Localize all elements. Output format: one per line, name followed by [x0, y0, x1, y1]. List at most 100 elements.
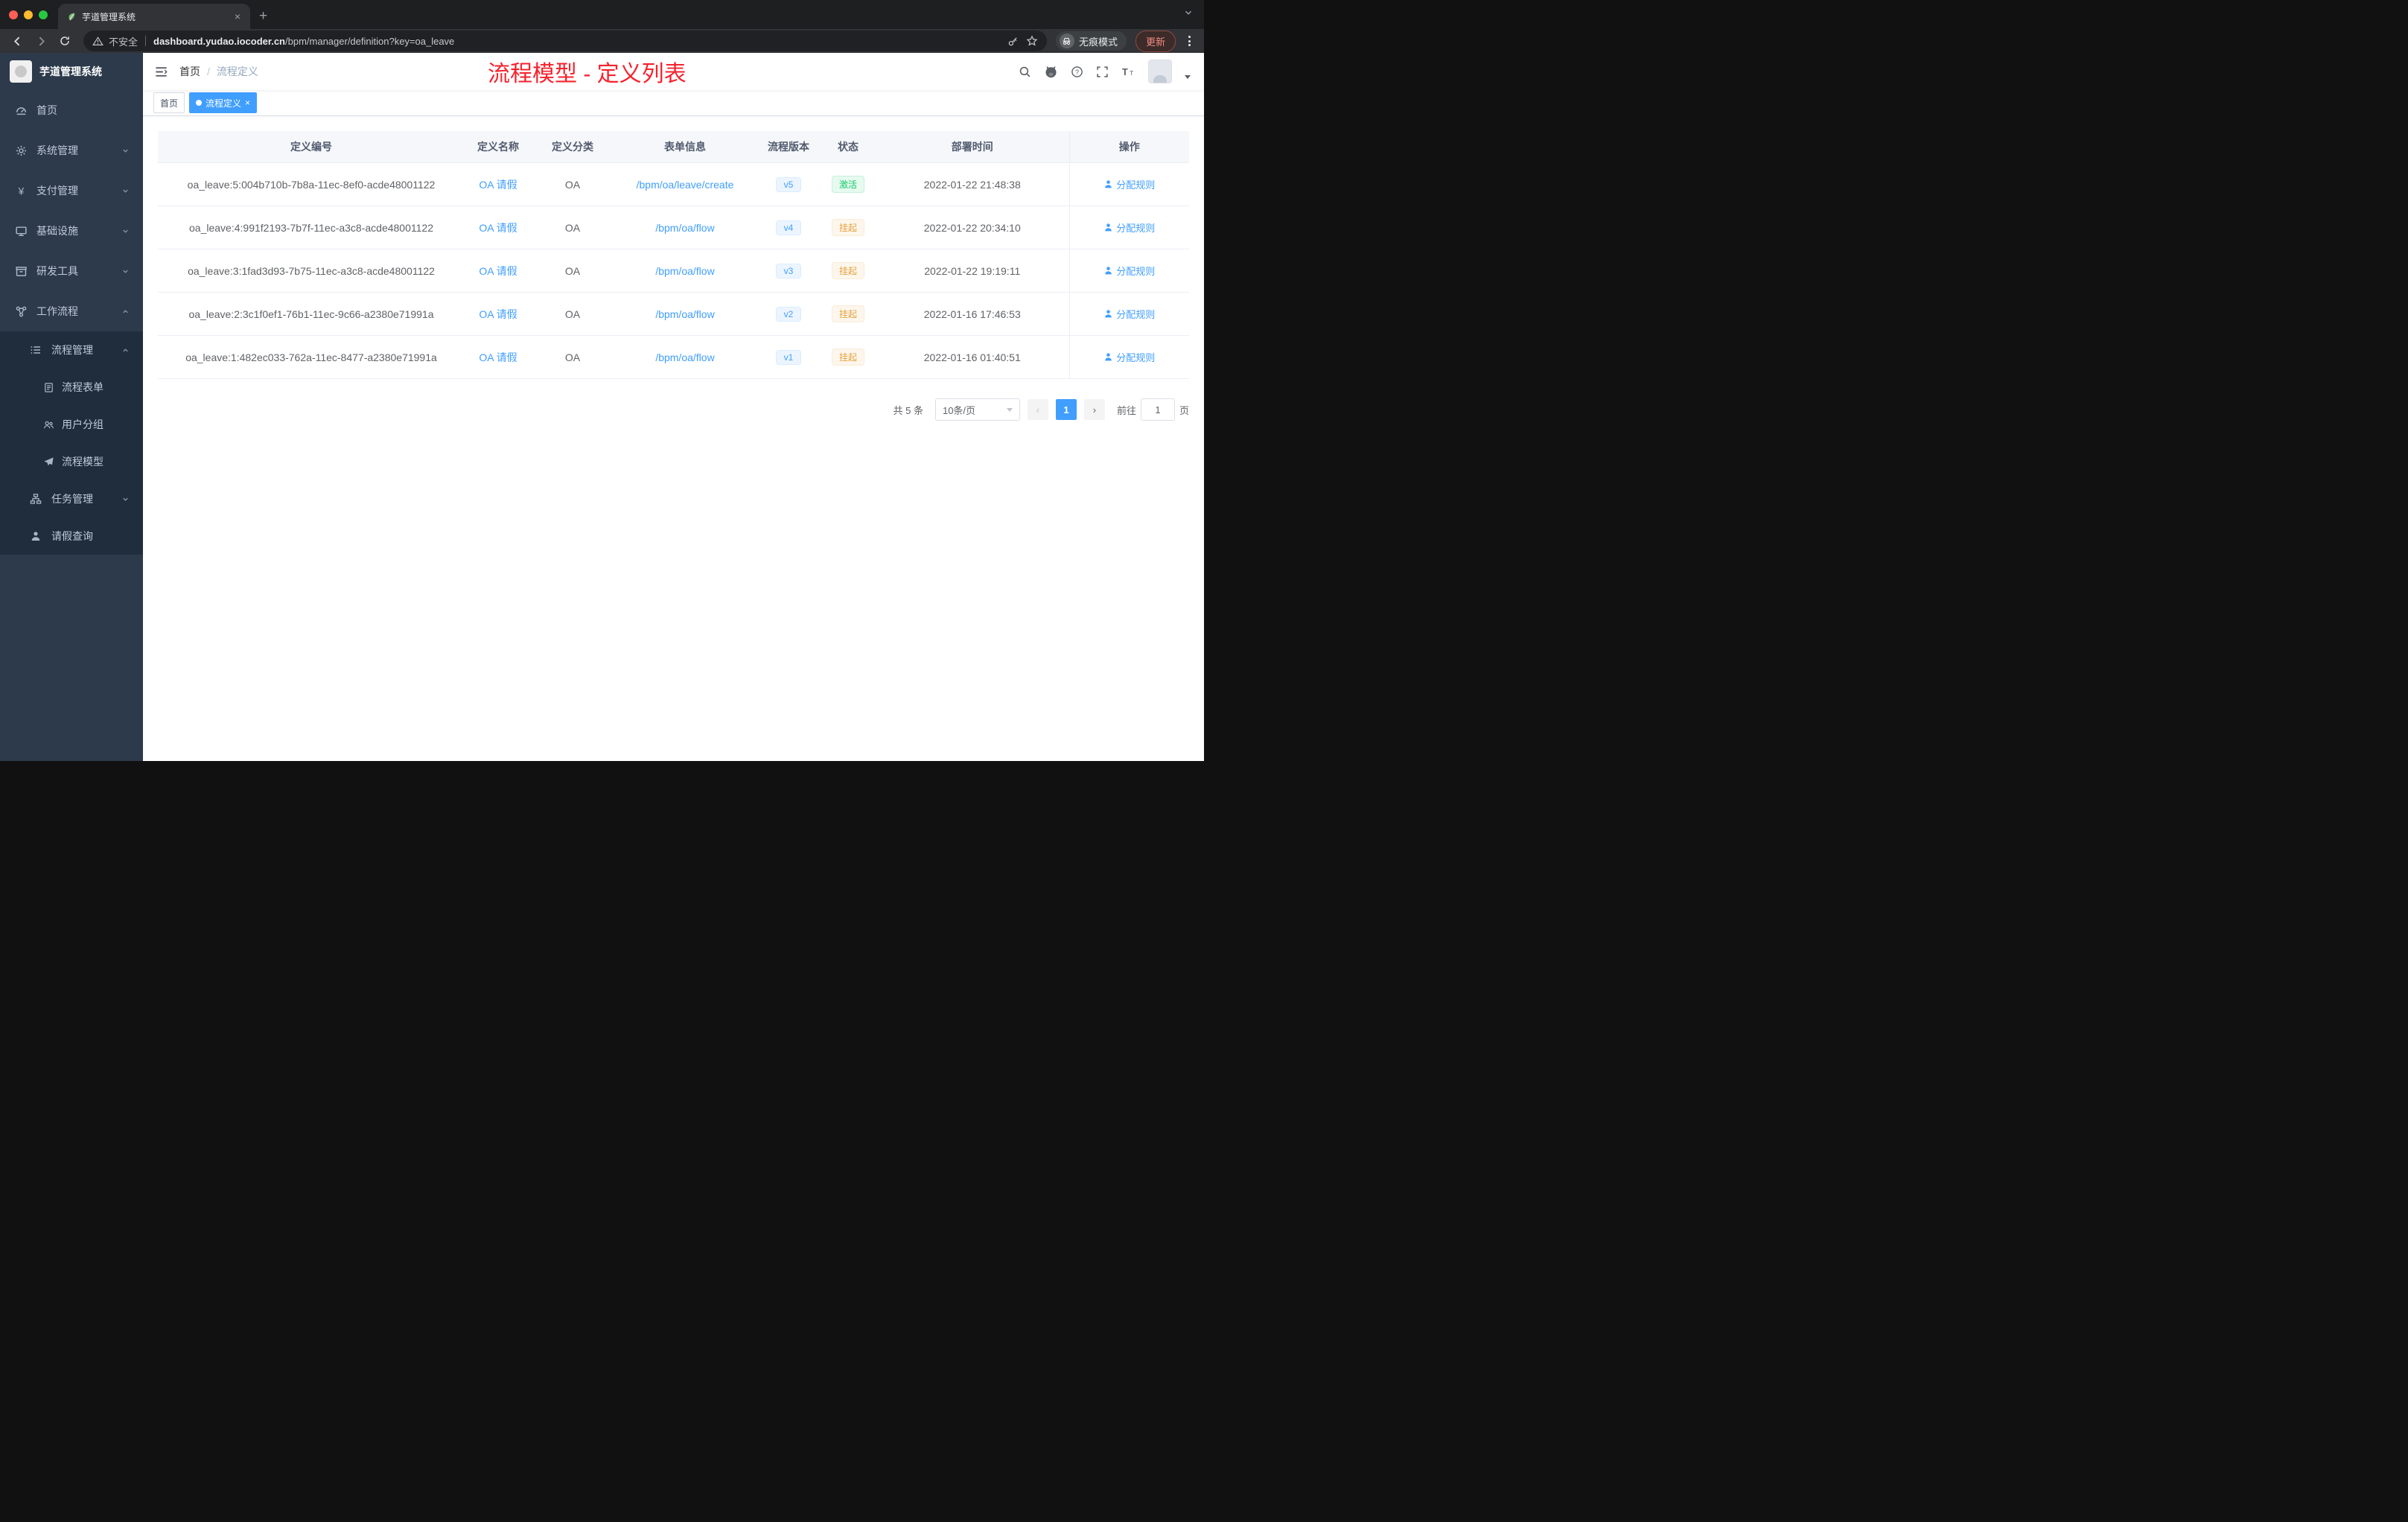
definition-id: oa_leave:1:482ec033-762a-11ec-8477-a2380… [158, 335, 465, 379]
definition-name-link[interactable]: OA 请假 [479, 265, 517, 277]
sidebar-item-label: 研发工具 [36, 265, 78, 277]
window-zoom-button[interactable] [39, 10, 48, 19]
search-icon[interactable] [1019, 66, 1031, 78]
breadcrumb-home[interactable]: 首页 [179, 64, 200, 79]
form-link[interactable]: /bpm/oa/flow [655, 308, 714, 320]
security-warning-icon[interactable] [92, 36, 103, 47]
deploy-time: 2022-01-16 17:46:53 [876, 292, 1069, 336]
chevron-down-icon [121, 147, 130, 155]
main: 首页 / 流程定义 流程模型 - 定义列表 ? T T 首页 流程定义 × 定义… [143, 53, 1204, 761]
definition-category: OA [532, 292, 614, 336]
avatar-caret-icon[interactable] [1185, 74, 1191, 79]
font-size-icon[interactable]: TT [1121, 66, 1135, 78]
definition-name-link[interactable]: OA 请假 [479, 179, 517, 191]
sidebar-item-process-model[interactable]: 流程模型 [0, 443, 143, 480]
tab-search-chevron-icon[interactable] [1183, 7, 1194, 18]
sidebar-item-task-mgmt[interactable]: 任务管理 [0, 480, 143, 518]
definition-name-link[interactable]: OA 请假 [479, 222, 517, 234]
form-link[interactable]: /bpm/oa/flow [655, 265, 714, 277]
reload-button[interactable] [55, 31, 74, 51]
form-link[interactable]: /bpm/oa/flow [655, 222, 714, 234]
avatar[interactable] [1148, 60, 1172, 83]
yen-icon: ¥ [15, 185, 28, 197]
col-header-version: 流程版本 [757, 131, 821, 163]
sidebar-logo: 芋道管理系统 [0, 53, 143, 90]
status-badge: 挂起 [831, 305, 864, 322]
goto-label: 前往 [1116, 404, 1136, 416]
github-icon[interactable] [1044, 65, 1058, 79]
browser-menu-button[interactable] [1182, 31, 1197, 51]
sidebar-item-workflow[interactable]: 工作流程 [0, 291, 143, 331]
next-page-button[interactable]: › [1083, 399, 1105, 420]
col-header-form: 表单信息 [614, 131, 757, 163]
form-link[interactable]: /bpm/oa/leave/create [637, 179, 734, 191]
status-badge: 挂起 [831, 219, 864, 236]
goto-page-input[interactable] [1140, 398, 1175, 421]
status-badge: 挂起 [831, 348, 864, 366]
version-badge: v4 [775, 220, 802, 235]
chevron-up-icon [121, 308, 130, 316]
assign-rule-button[interactable]: 分配规则 [1103, 264, 1155, 278]
monitor-icon [15, 225, 28, 238]
sidebar-item-home[interactable]: 首页 [0, 90, 143, 130]
tag-close-button[interactable]: × [245, 98, 250, 107]
forward-button[interactable] [31, 31, 51, 51]
new-tab-button[interactable]: + [250, 4, 276, 29]
tag-process-definition[interactable]: 流程定义 × [189, 92, 258, 113]
question-icon[interactable]: ? [1071, 66, 1083, 78]
col-header-status: 状态 [821, 131, 876, 163]
star-icon[interactable] [1026, 35, 1038, 47]
incognito-icon [1059, 34, 1074, 48]
sidebar-item-leave-query[interactable]: 请假查询 [0, 518, 143, 555]
url-text: dashboard.yudao.iocoder.cn/bpm/manager/d… [153, 36, 454, 47]
assign-rule-button[interactable]: 分配规则 [1103, 307, 1155, 321]
page-annotation: 流程模型 - 定义列表 [488, 62, 687, 86]
chevron-down-icon [121, 187, 130, 195]
fullscreen-icon[interactable] [1096, 66, 1109, 78]
sidebar-item-process-mgmt[interactable]: 流程管理 [0, 331, 143, 369]
definition-id: oa_leave:4:991f2193-7b7f-11ec-a3c8-acde4… [158, 206, 465, 249]
prev-page-button[interactable]: ‹ [1027, 399, 1048, 420]
definition-category: OA [532, 249, 614, 293]
version-badge: v3 [775, 263, 802, 278]
definition-name-link[interactable]: OA 请假 [479, 308, 517, 320]
browser-tab-strip: 芋道管理系统 × + [0, 0, 1204, 29]
window-close-button[interactable] [9, 10, 18, 19]
back-button[interactable] [7, 31, 27, 51]
sidebar: 芋道管理系统 首页 系统管理 ¥ 支付管理 基础设施 研发工具 工作流程 流程管… [0, 53, 143, 761]
navbar-actions: ? TT [1019, 60, 1204, 83]
col-header-deploy-time: 部署时间 [876, 131, 1069, 163]
assign-rule-button[interactable]: 分配规则 [1103, 350, 1155, 364]
tab-close-button[interactable]: × [232, 10, 243, 22]
person-icon [1105, 353, 1112, 361]
hamburger-icon[interactable] [143, 65, 179, 79]
assign-rule-button[interactable]: 分配规则 [1103, 177, 1155, 191]
address-bar[interactable]: 不安全 dashboard.yudao.iocoder.cn/bpm/manag… [83, 31, 1047, 51]
browser-tab[interactable]: 芋道管理系统 × [58, 4, 250, 29]
window-minimize-button[interactable] [24, 10, 33, 19]
version-badge: v1 [775, 349, 802, 365]
definition-name-link[interactable]: OA 请假 [479, 351, 517, 363]
sidebar-item-system[interactable]: 系统管理 [0, 130, 143, 171]
gear-icon [15, 144, 28, 157]
chevron-down-icon [121, 495, 130, 503]
key-icon[interactable] [1007, 36, 1019, 47]
page-number-button[interactable]: 1 [1055, 399, 1077, 420]
sidebar-item-label: 系统管理 [36, 144, 78, 156]
sidebar-item-infrastructure[interactable]: 基础设施 [0, 211, 143, 251]
tag-home[interactable]: 首页 [153, 92, 185, 113]
logo-avatar [10, 60, 32, 83]
col-header-name: 定义名称 [465, 131, 532, 163]
sidebar-item-devtools[interactable]: 研发工具 [0, 251, 143, 291]
table-row: oa_leave:4:991f2193-7b7f-11ec-a3c8-acde4… [158, 206, 1189, 249]
sidebar-item-user-group[interactable]: 用户分组 [0, 406, 143, 443]
list-icon [30, 344, 43, 356]
workflow-icon [15, 305, 28, 318]
sidebar-item-process-form[interactable]: 流程表单 [0, 369, 143, 406]
form-link[interactable]: /bpm/oa/flow [655, 351, 714, 363]
update-button[interactable]: 更新 [1135, 30, 1176, 52]
pagination: 共 5 条 10条/页 ‹ 1 › 前往 页 [158, 398, 1189, 421]
assign-rule-button[interactable]: 分配规则 [1103, 220, 1155, 235]
page-size-select[interactable]: 10条/页 [934, 398, 1020, 421]
sidebar-item-payment[interactable]: ¥ 支付管理 [0, 171, 143, 211]
